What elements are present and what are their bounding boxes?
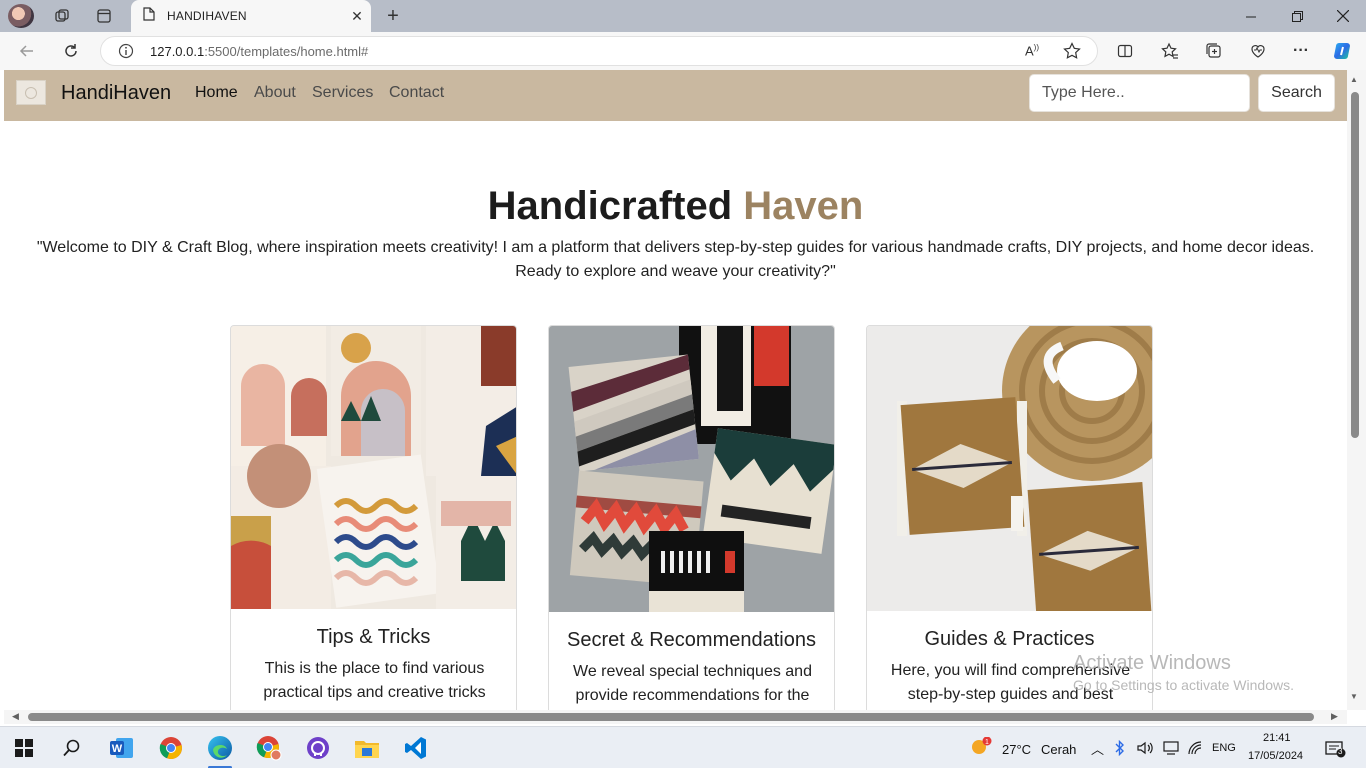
network-icon[interactable] [1163,741,1179,760]
more-options-icon[interactable]: ··· [1286,36,1316,66]
favorites-icon[interactable] [1155,36,1185,66]
brand-name[interactable]: HandiHaven [61,82,171,105]
card-text-line1: This is the place to find various [264,660,485,677]
hero-title-main: Handicrafted [487,184,733,228]
word-icon[interactable]: W [106,732,138,764]
language-indicator[interactable]: ENG [1212,742,1236,754]
scroll-right-arrow-icon[interactable]: ▶ [1331,711,1338,722]
card-title: Guides & Practices [924,628,1095,650]
weather-temperature[interactable]: 27°C [1002,742,1031,757]
browser-essentials-icon[interactable] [1243,36,1273,66]
file-explorer-icon[interactable] [351,732,383,764]
card-text-line2: practical tips and creative tricks [263,684,486,701]
hero-description-line1: "Welcome to DIY & Craft Blog, where insp… [36,239,1315,256]
horizontal-scroll-thumb[interactable] [28,713,1314,721]
card-title: Secret & Recommendations [566,629,816,651]
scroll-left-arrow-icon[interactable]: ◀ [12,711,19,722]
card-secret-recommendations[interactable]: Secret & Recommendations We reveal speci… [548,325,835,710]
site-info-icon[interactable] [118,43,134,64]
card-title: Tips & Tricks [316,626,431,648]
activate-windows-subtitle: Go to Settings to activate Windows. [1073,677,1294,693]
site-navbar: HandiHaven Home About Services Contact S… [4,70,1347,121]
browser-toolbar: 127.0.0.1:5500/templates/home.html# A)) … [0,32,1366,70]
windows-start-icon[interactable] [8,732,40,764]
svg-text:1: 1 [985,739,989,746]
svg-text:W: W [112,743,123,755]
minimize-icon[interactable] [1228,0,1274,32]
tab-actions-icon[interactable] [90,4,118,28]
split-screen-icon[interactable] [1110,36,1140,66]
scroll-down-arrow-icon[interactable]: ▼ [1350,692,1358,701]
nav-about-link[interactable]: About [254,84,296,102]
edge-icon[interactable] [204,732,236,764]
card-image-wall-hangings [231,326,516,609]
vertical-scrollbar[interactable]: ▲ ▼ [1347,70,1366,710]
read-aloud-icon[interactable]: A)) [1025,43,1039,58]
notification-icon[interactable]: 3 [1325,740,1347,763]
copilot-icon[interactable] [1329,36,1359,66]
favorite-star-icon[interactable] [1063,42,1081,65]
screen: HANDIHAVEN ✕ + 127.0.0.1:5500/templates/… [0,0,1366,768]
github-desktop-icon[interactable] [302,732,334,764]
reload-icon[interactable] [56,36,86,66]
volume-icon[interactable] [1137,741,1153,760]
clock-time[interactable]: 21:41 [1263,732,1291,744]
card-text-line2: provide recommendations for the [575,687,810,704]
search-input[interactable] [1029,74,1250,112]
horizontal-scrollbar[interactable]: ◀ ▶ [4,710,1347,724]
nav-home-link[interactable]: Home [195,84,238,102]
card-text-line1: We reveal special techniques and [573,663,812,680]
chevron-up-icon[interactable]: ︿ [1091,739,1104,758]
profile-avatar[interactable] [8,4,34,28]
notification-count: 3 [1338,747,1343,756]
bluetooth-icon[interactable] [1115,739,1125,761]
search-icon[interactable] [56,732,88,764]
card-image-jute-coasters [867,326,1152,611]
wifi-icon[interactable] [1188,741,1204,760]
close-tab-icon[interactable]: ✕ [349,8,365,24]
card-text: We reveal special techniques and provide … [563,660,822,708]
hero-description-line2: Ready to explore and weave your creativi… [515,263,836,280]
activate-windows-title: Activate Windows [1073,652,1231,674]
windows-taskbar: W 1 27°C Cerah ︿ ENG 21:41 17/05/2024 3 [0,726,1366,768]
hero-description: "Welcome to DIY & Craft Blog, where insp… [28,236,1323,284]
url-path: :5500/templates/home.html# [204,44,369,59]
chrome-profile-icon[interactable] [253,732,285,764]
vscode-icon[interactable] [400,732,432,764]
weather-icon[interactable]: 1 [970,736,992,762]
url-text: 127.0.0.1:5500/templates/home.html# [150,44,368,59]
collections-icon[interactable] [1199,36,1229,66]
vertical-scroll-thumb[interactable] [1351,92,1359,438]
close-window-icon[interactable] [1320,0,1366,32]
chrome-icon[interactable] [155,732,187,764]
card-tips-tricks[interactable]: Tips & Tricks This is the place to find … [230,325,517,710]
brand-logo[interactable] [16,80,46,105]
card-text: This is the place to find various practic… [245,657,504,705]
browser-tab-strip: HANDIHAVEN ✕ + [0,0,1366,32]
address-bar[interactable]: 127.0.0.1:5500/templates/home.html# A)) [100,36,1098,66]
back-arrow-icon[interactable] [12,36,42,66]
browser-tab-active[interactable]: HANDIHAVEN ✕ [131,0,371,32]
scroll-up-arrow-icon[interactable]: ▲ [1350,75,1358,84]
weather-condition[interactable]: Cerah [1041,742,1076,757]
workspaces-icon[interactable] [48,4,76,28]
page-viewport: HandiHaven Home About Services Contact S… [4,70,1347,710]
nav-services-link[interactable]: Services [312,84,373,102]
nav-contact-link[interactable]: Contact [389,84,444,102]
page-icon [143,6,155,26]
hero-title: Handicrafted Haven [4,184,1347,229]
search-button[interactable]: Search [1258,74,1335,112]
card-image-woven-coasters [549,326,834,612]
clock-date[interactable]: 17/05/2024 [1248,750,1303,762]
new-tab-icon[interactable]: + [380,4,406,28]
url-host: 127.0.0.1 [150,44,205,59]
tab-title: HANDIHAVEN [167,9,247,23]
hero-title-accent: Haven [743,184,864,228]
restore-icon[interactable] [1274,0,1320,32]
